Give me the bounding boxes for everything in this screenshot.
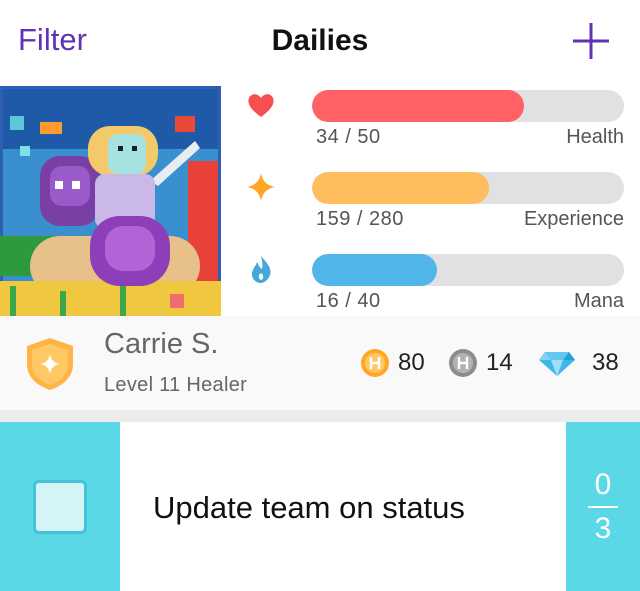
experience-value: 159 / 280	[316, 208, 404, 230]
checklist-total-count: 3	[594, 512, 612, 545]
mana-bar-fill	[312, 254, 437, 286]
task-checkbox-area[interactable]	[0, 422, 120, 591]
gem-value: 38	[592, 349, 619, 376]
health-label: Health	[566, 126, 624, 148]
gold-value: 80	[398, 349, 425, 376]
user-name: Carrie S.	[104, 328, 219, 360]
experience-bar-fill	[312, 172, 490, 204]
gold-coin-icon	[361, 349, 389, 377]
gem-balance: 38	[538, 348, 619, 378]
page-title: Dailies	[271, 24, 369, 57]
mana-label: Mana	[573, 290, 624, 312]
gem-icon	[539, 352, 575, 376]
gold-balance: 80	[360, 348, 425, 378]
task-checklist-counter[interactable]: 0 3	[566, 422, 640, 591]
healer-shield-icon	[27, 338, 73, 390]
silver-coin-icon	[449, 349, 477, 377]
health-bar	[312, 90, 624, 122]
plus-icon[interactable]	[570, 20, 612, 62]
experience-label: Experience	[523, 208, 624, 230]
counter-divider	[588, 506, 618, 508]
flame-icon	[252, 256, 271, 283]
user-level: Level 11 Healer	[104, 374, 248, 396]
profile-summary[interactable]: Carrie S. Level 11 Healer 80 14 38	[0, 316, 640, 410]
mana-bar	[312, 254, 624, 286]
experience-bar	[312, 172, 624, 204]
heart-icon	[248, 94, 274, 117]
health-value: 34 / 50	[316, 126, 381, 148]
daily-task-row[interactable]: Update team on status 0 3	[0, 422, 640, 591]
hourglass-balance: 14	[448, 348, 513, 378]
task-checkbox[interactable]	[33, 480, 87, 534]
health-bar-fill	[312, 90, 525, 122]
mana-value: 16 / 40	[316, 290, 381, 312]
health-stat: 34 / 50 Health	[240, 88, 630, 158]
hourglass-value: 14	[486, 349, 513, 376]
mana-stat: 16 / 40 Mana	[240, 252, 630, 322]
checklist-completed-count: 0	[594, 468, 612, 501]
navigation-bar: Filter Dailies	[0, 0, 640, 84]
task-title[interactable]: Update team on status	[153, 490, 465, 526]
star-icon	[247, 173, 275, 201]
section-divider	[0, 410, 640, 422]
avatar[interactable]	[0, 86, 221, 316]
user-header: 34 / 50 Health 159 / 280 Experience 16 /…	[0, 84, 640, 316]
experience-stat: 159 / 280 Experience	[240, 170, 630, 240]
